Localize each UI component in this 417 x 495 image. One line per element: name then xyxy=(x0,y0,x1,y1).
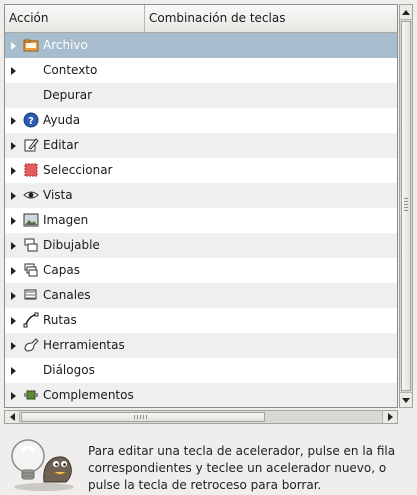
selection-icon xyxy=(23,162,39,178)
tree-row-label: Editar xyxy=(43,138,79,152)
image-icon xyxy=(23,212,39,228)
expander-arrow-icon[interactable] xyxy=(8,283,18,308)
tree-row-label: Seleccionar xyxy=(43,163,113,177)
tools-icon xyxy=(23,337,39,353)
lightbulb-mascot-icon xyxy=(6,432,76,492)
arrow-up-icon xyxy=(402,9,410,15)
tree-row[interactable]: Diálogos xyxy=(5,358,397,383)
expander-arrow-icon[interactable] xyxy=(8,108,18,133)
plugin-icon xyxy=(23,387,39,403)
paths-icon xyxy=(23,312,39,328)
tree-row[interactable]: Imagen xyxy=(5,208,397,233)
expander-arrow-icon[interactable] xyxy=(8,183,18,208)
tree-row[interactable]: Contexto xyxy=(5,58,397,83)
eye-icon xyxy=(23,187,39,203)
tree-row-label: Canales xyxy=(43,288,91,302)
expander-arrow-icon[interactable] xyxy=(8,383,18,407)
tree-row-label: Rutas xyxy=(43,313,77,327)
tree-row-label: Imagen xyxy=(43,213,89,227)
tree-row[interactable]: Herramientas xyxy=(5,333,397,358)
expander-arrow-icon[interactable] xyxy=(8,333,18,358)
expander-arrow-icon[interactable] xyxy=(8,258,18,283)
tree-row[interactable]: Rutas xyxy=(5,308,397,333)
drawable-icon xyxy=(23,237,39,253)
tree-row[interactable]: Canales xyxy=(5,283,397,308)
scroll-left-button[interactable] xyxy=(5,411,20,423)
tree-row[interactable]: Editar xyxy=(5,133,397,158)
expander-arrow-icon[interactable] xyxy=(8,208,18,233)
tree-row[interactable]: Seleccionar xyxy=(5,158,397,183)
tree-row[interactable]: Archivo xyxy=(5,33,397,58)
tree-row-label: Archivo xyxy=(43,38,88,52)
tree-row-label: Herramientas xyxy=(43,338,125,352)
expander-arrow-icon[interactable] xyxy=(8,58,18,83)
tree-row[interactable]: Complementos xyxy=(5,383,397,407)
svg-text:?: ? xyxy=(28,116,34,127)
grip-icon xyxy=(404,198,408,212)
hint-message: Para editar una tecla de acelerador, pul… xyxy=(88,444,396,492)
column-header-action[interactable]: Acción xyxy=(5,5,145,32)
expander-arrow-icon[interactable] xyxy=(8,158,18,183)
tree-row[interactable]: Depurar xyxy=(5,83,397,108)
tree-row-label: Diálogos xyxy=(43,363,95,377)
help-icon: ? xyxy=(23,112,39,128)
edit-icon xyxy=(23,137,39,153)
expander-arrow-icon[interactable] xyxy=(8,133,18,158)
expander-arrow-icon[interactable] xyxy=(8,233,18,258)
tree-row[interactable]: Dibujable xyxy=(5,233,397,258)
layers-icon xyxy=(23,262,39,278)
expander-arrow-icon[interactable] xyxy=(8,308,18,333)
expander-arrow-icon[interactable] xyxy=(8,33,18,58)
vertical-scroll-thumb[interactable] xyxy=(401,21,411,391)
horizontal-scrollbar[interactable] xyxy=(4,410,398,424)
arrow-left-icon xyxy=(9,413,15,421)
scroll-up-button[interactable] xyxy=(400,5,412,20)
shortcut-tree-view[interactable]: Acción Combinación de teclas Archivo Cont… xyxy=(4,4,398,408)
scroll-down-button[interactable] xyxy=(400,392,412,407)
tree-row-label: Ayuda xyxy=(43,113,81,127)
tree-row-label: Depurar xyxy=(43,88,93,102)
tree-row-label: Capas xyxy=(43,263,80,277)
column-header-shortcut[interactable]: Combinación de teclas xyxy=(145,5,397,32)
scroll-right-button[interactable] xyxy=(382,411,397,423)
horizontal-scroll-thumb[interactable] xyxy=(21,412,265,422)
arrow-right-icon xyxy=(387,413,393,421)
tree-row-label: Contexto xyxy=(43,63,98,77)
tree-row-label: Vista xyxy=(43,188,73,202)
tree-row[interactable]: Vista xyxy=(5,183,397,208)
tree-header: Acción Combinación de teclas xyxy=(5,5,397,33)
tree-row[interactable]: Capas xyxy=(5,258,397,283)
tree-row-label: Dibujable xyxy=(43,238,100,252)
vertical-scrollbar[interactable] xyxy=(399,4,413,408)
arrow-down-icon xyxy=(402,397,410,403)
expander-arrow-icon[interactable] xyxy=(8,358,18,383)
tree-row-label: Complementos xyxy=(43,388,134,402)
tree-rows: Archivo Contexto Depurar? Ayuda Editar Selecc… xyxy=(5,33,397,407)
tree-row[interactable]: ? Ayuda xyxy=(5,108,397,133)
channels-icon xyxy=(23,287,39,303)
grip-icon xyxy=(134,415,148,419)
folder-icon xyxy=(23,37,39,53)
